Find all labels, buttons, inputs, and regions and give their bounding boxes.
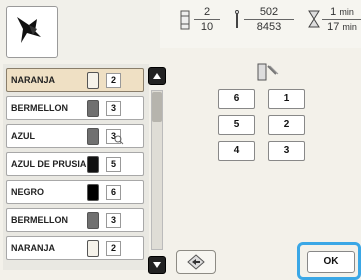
grid-cell: 5 (218, 115, 255, 135)
list-item[interactable]: NARANJA 2 (6, 68, 144, 92)
time-current: 1 (330, 6, 337, 18)
list-item[interactable]: AZUL DE PRUSIA 5 (6, 152, 144, 176)
auto-layout-button[interactable] (176, 250, 216, 274)
scroll-down-button[interactable] (148, 256, 166, 274)
triangle-up-icon (153, 73, 161, 79)
spool-icon (87, 240, 99, 257)
thread-name: BERMELLON (11, 103, 68, 113)
thread-current: 2 (203, 6, 211, 18)
list-item[interactable]: NEGRO 6 (6, 180, 144, 204)
ok-button-frame: OK (297, 242, 361, 280)
thread-color-list: NARANJA 2 BERMELLON 3 AZUL 3 AZUL DE PRU… (3, 64, 149, 270)
thread-number: 5 (106, 157, 121, 172)
thread-number: 3 (106, 101, 121, 116)
thread-number: 3 (106, 213, 121, 228)
scrollbar-thumb[interactable] (152, 92, 162, 122)
list-item[interactable]: NARANJA 2 (6, 236, 144, 260)
spool-icon (87, 128, 99, 145)
thread-name: AZUL (11, 131, 35, 141)
left-header (0, 0, 160, 60)
triangle-down-icon (153, 262, 161, 268)
thread-change-icon (257, 63, 279, 81)
grid-cell: 3 (268, 141, 305, 161)
diamond-arrow-icon (187, 254, 205, 270)
thread-name: NARANJA (11, 243, 56, 253)
stitch-current: 502 (259, 6, 279, 18)
spool-icon (87, 72, 99, 89)
thread-order-grid: 6 1 5 2 4 3 (218, 89, 315, 174)
thread-name: AZUL DE PRUSIA (11, 159, 87, 169)
status-bar: 2 10 502 8453 1 min 17 min (160, 0, 361, 48)
spool-icon (87, 100, 99, 117)
design-preview (6, 6, 58, 58)
thread-number: 2 (106, 73, 121, 88)
thread-fraction: 2 10 (194, 6, 220, 33)
needle-icon (235, 10, 239, 28)
magnifier-icon (114, 135, 124, 145)
list-item[interactable]: BERMELLON 3 (6, 96, 144, 120)
scroll-up-button[interactable] (148, 67, 166, 85)
list-item[interactable]: BERMELLON 3 (6, 208, 144, 232)
time-fraction: 1 min 17 min (322, 6, 361, 33)
thread-name: NARANJA (11, 75, 56, 85)
thread-spool-icon (180, 10, 190, 30)
hourglass-icon (308, 10, 320, 28)
stitch-fraction: 502 8453 (244, 6, 294, 33)
list-item[interactable]: AZUL 3 (6, 124, 144, 148)
spool-icon (87, 184, 99, 201)
ok-button[interactable]: OK (307, 251, 355, 273)
embroidery-screen: 2 10 502 8453 1 min 17 min NARANJA 2 BER… (0, 0, 361, 280)
grid-cell: 1 (268, 89, 305, 109)
grid-cell: 2 (268, 115, 305, 135)
thread-name: NEGRO (11, 187, 45, 197)
grid-cell: 6 (218, 89, 255, 109)
grid-cell: 4 (218, 141, 255, 161)
thread-total: 10 (200, 21, 214, 33)
thread-name: BERMELLON (11, 215, 68, 225)
spool-icon (87, 212, 99, 229)
bird-icon (17, 17, 41, 43)
spool-icon (87, 156, 99, 173)
thread-number: 2 (106, 241, 121, 256)
time-total: 17 (327, 21, 340, 33)
thread-number: 6 (106, 185, 121, 200)
stitch-total: 8453 (256, 21, 282, 33)
